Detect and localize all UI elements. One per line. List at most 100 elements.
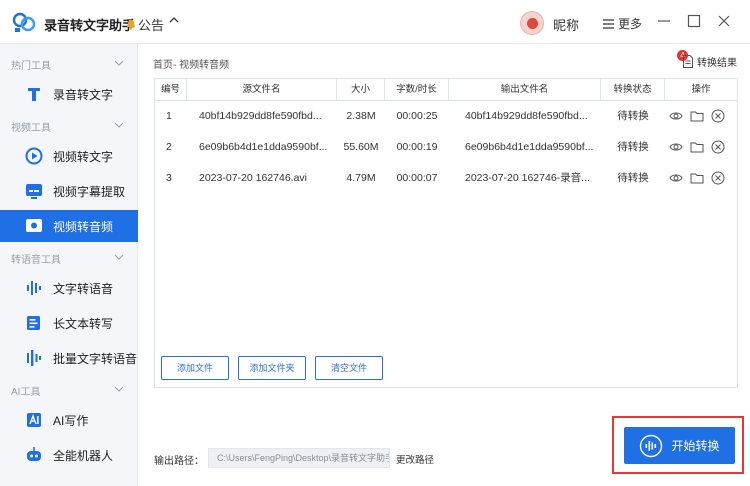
title-bar: 录音转文字助手 公告 昵称 更多	[0, 0, 750, 44]
sidebar-item-batch-tts[interactable]: 批量文字转语音	[0, 342, 138, 374]
col-header: 转换状态	[601, 79, 665, 101]
t-text-icon	[28, 88, 40, 101]
announcement-link[interactable]: 公告	[126, 15, 164, 34]
long-text-icon	[27, 316, 40, 330]
chevron-down-icon	[114, 60, 124, 66]
add-file-button[interactable]: 添加文件	[161, 356, 229, 380]
sidebar-item-text-to-speech[interactable]: 文字转语音	[0, 272, 138, 304]
sidebar-item-label: 批量文字转语音	[53, 351, 138, 366]
delete-circle-icon[interactable]	[711, 109, 725, 123]
change-path-button[interactable]: 更改路径	[396, 452, 434, 466]
start-conversion-button[interactable]: 开始转换	[624, 427, 735, 464]
video-play-icon	[25, 147, 43, 165]
col-header: 字数/时长	[385, 79, 449, 101]
delete-circle-icon[interactable]	[711, 171, 725, 185]
folder-icon[interactable]	[690, 171, 704, 185]
output-filename: 6e09b6b4d1e1dda9590bf...	[465, 141, 594, 153]
eye-icon[interactable]	[669, 109, 683, 123]
sidebar-item-label: 长文本转写	[53, 316, 114, 331]
more-menu-button[interactable]: 更多	[603, 15, 642, 32]
eye-icon[interactable]	[669, 140, 683, 154]
file-table: 编号 源文件名 大小 字数/时长 输出文件名 转换状态 操作 1 40bf14b…	[154, 78, 738, 388]
bell-icon	[127, 19, 135, 30]
col-header: 大小	[337, 79, 385, 101]
close-icon[interactable]	[716, 13, 732, 29]
batch-voice-icon	[27, 350, 41, 366]
sidebar-item-ai-write[interactable]: AI写作	[0, 404, 138, 436]
group-label: 转语音工具	[11, 255, 61, 266]
table-header: 编号 源文件名 大小 字数/时长 输出文件名 转换状态 操作	[155, 79, 737, 101]
sidebar-item-audio-to-text[interactable]: 录音转文字	[0, 78, 138, 110]
sidebar-group-video[interactable]: 视频工具	[0, 114, 138, 138]
folder-icon[interactable]	[690, 109, 704, 123]
start-conversion-label: 开始转换	[671, 439, 720, 453]
status-text: 待转换	[617, 172, 649, 184]
sidebar-item-label: 录音转文字	[53, 87, 114, 102]
group-label: 热门工具	[11, 61, 51, 72]
more-label: 更多	[618, 17, 643, 31]
col-header: 编号	[155, 79, 187, 101]
sidebar-item-video-to-text[interactable]: 视频转文字	[0, 140, 138, 172]
nickname[interactable]: 昵称	[553, 15, 579, 34]
ai-write-icon	[27, 413, 41, 427]
chevron-down-icon	[114, 386, 124, 392]
row-number: 2	[166, 141, 172, 153]
document-icon	[683, 55, 693, 68]
menu-icon	[603, 18, 614, 29]
status-text: 待转换	[617, 110, 649, 122]
delete-circle-icon[interactable]	[711, 140, 725, 154]
sidebar-group-tts[interactable]: 转语音工具	[0, 246, 138, 270]
sidebar-item-video-to-audio[interactable]: 视频转音频	[0, 210, 138, 242]
source-filename: 2023-07-20 162746.avi	[199, 172, 308, 184]
row-number: 1	[166, 110, 172, 122]
minimize-icon[interactable]	[656, 13, 672, 29]
output-filename: 40bf14b929dd8fe590fbd...	[465, 110, 588, 122]
avatar[interactable]	[520, 11, 544, 35]
table-row[interactable]: 3 2023-07-20 162746.avi 4.79M 00:00:07 2…	[155, 163, 737, 194]
folder-icon[interactable]	[690, 140, 704, 154]
soundwave-icon	[27, 281, 41, 295]
chevron-up-icon[interactable]	[168, 14, 180, 26]
sidebar-item-subtitle-extract[interactable]: 视频字幕提取	[0, 175, 138, 207]
video-audio-icon	[26, 219, 42, 232]
eye-icon[interactable]	[669, 171, 683, 185]
table-row[interactable]: 2 6e09b6b4d1e1dda9590bf... 55.60M 00:00:…	[155, 132, 737, 163]
app-title: 录音转文字助手	[44, 18, 136, 33]
file-size: 2.38M	[346, 110, 376, 122]
robot-icon	[27, 447, 41, 461]
group-label: 视频工具	[11, 123, 51, 134]
chevron-down-icon	[114, 122, 124, 128]
conversion-result-button[interactable]: 转换结果	[682, 54, 737, 69]
sidebar-item-label: AI写作	[53, 413, 89, 428]
status-text: 待转换	[617, 141, 649, 153]
chevron-down-icon	[114, 254, 124, 260]
output-filename: 2023-07-20 162746-录音...	[465, 172, 590, 184]
subtitle-icon	[26, 184, 42, 199]
sidebar-group-ai[interactable]: AI工具	[0, 378, 138, 402]
announcement-label: 公告	[138, 18, 165, 33]
add-folder-button[interactable]: 添加文件夹	[238, 356, 306, 380]
sidebar-item-label: 全能机器人	[53, 448, 114, 463]
col-header: 操作	[691, 84, 711, 95]
file-size: 4.79M	[346, 172, 376, 184]
group-label: AI工具	[11, 387, 41, 398]
row-number: 3	[166, 172, 172, 184]
conversion-result-label: 转换结果	[697, 58, 737, 69]
sidebar-item-label: 视频字幕提取	[53, 184, 126, 199]
sidebar-item-label: 视频转音频	[53, 219, 114, 234]
output-path-field[interactable]: C:\Users\FengPing\Desktop\录音转文字助手	[208, 448, 390, 468]
sidebar-item-long-text[interactable]: 长文本转写	[0, 307, 138, 339]
app-logo-icon	[12, 12, 36, 32]
table-row[interactable]: 1 40bf14b929dd8fe590fbd... 2.38M 00:00:2…	[155, 101, 737, 132]
maximize-icon[interactable]	[686, 13, 702, 29]
sidebar-item-label: 文字转语音	[53, 281, 114, 296]
col-header: 输出文件名	[449, 79, 601, 101]
source-filename: 40bf14b929dd8fe590fbd...	[199, 110, 322, 122]
clear-files-button[interactable]: 清空文件	[315, 356, 383, 380]
sidebar-item-robot[interactable]: 全能机器人	[0, 439, 138, 471]
sidebar: 热门工具 录音转文字 视频工具 视频转文字 视频字幕提取 视频转音频 转语音工具…	[0, 44, 138, 486]
sidebar-group-hot[interactable]: 热门工具	[0, 52, 138, 76]
duration: 00:00:25	[396, 110, 438, 122]
file-size: 55.60M	[343, 141, 379, 153]
duration: 00:00:19	[396, 141, 438, 153]
